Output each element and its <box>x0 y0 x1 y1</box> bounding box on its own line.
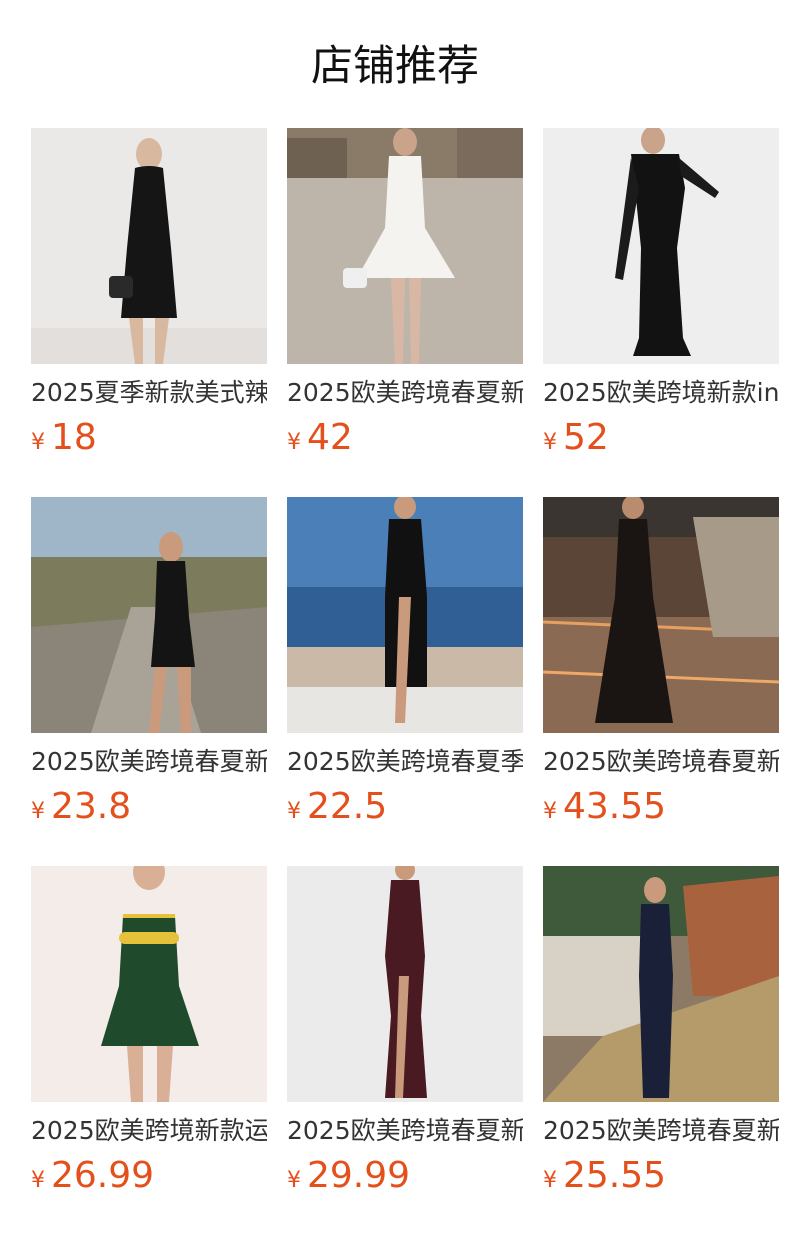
currency-symbol: ¥ <box>287 1168 301 1193</box>
product-image[interactable] <box>543 128 779 364</box>
product-image[interactable] <box>543 866 779 1102</box>
currency-symbol: ¥ <box>31 799 45 824</box>
product-card[interactable]: 2025欧美跨境春夏新款 ¥25.55 <box>543 866 779 1235</box>
currency-symbol: ¥ <box>31 1168 45 1193</box>
product-title[interactable]: 2025欧美跨境新款运动 <box>31 1116 267 1146</box>
product-price: ¥18 <box>31 418 267 464</box>
product-image[interactable] <box>31 128 267 364</box>
currency-symbol: ¥ <box>543 1168 557 1193</box>
product-card[interactable]: 2025夏季新款美式辣妹 ¥18 <box>31 128 267 497</box>
product-card[interactable]: 2025欧美跨境新款运动 ¥26.99 <box>31 866 267 1235</box>
price-value: 29.99 <box>307 1155 411 1196</box>
product-image[interactable] <box>287 497 523 733</box>
product-price: ¥22.5 <box>287 787 523 833</box>
price-value: 23.8 <box>51 786 132 827</box>
product-card[interactable]: 2025欧美跨境春夏季新 ¥22.5 <box>287 497 523 866</box>
product-title[interactable]: 2025欧美跨境春夏新款 <box>31 747 267 777</box>
product-image[interactable] <box>543 497 779 733</box>
product-title[interactable]: 2025欧美跨境春夏新款 <box>543 1116 779 1146</box>
price-value: 52 <box>563 417 609 458</box>
product-title[interactable]: 2025欧美跨境春夏季新 <box>287 747 523 777</box>
currency-symbol: ¥ <box>287 430 301 455</box>
product-card[interactable]: 2025欧美跨境春夏新款 ¥42 <box>287 128 523 497</box>
product-price: ¥42 <box>287 418 523 464</box>
product-card[interactable]: 2025欧美跨境春夏新款 ¥23.8 <box>31 497 267 866</box>
product-image[interactable] <box>31 497 267 733</box>
product-price: ¥25.55 <box>543 1156 779 1202</box>
product-card[interactable]: 2025欧美跨境春夏新款 ¥29.99 <box>287 866 523 1235</box>
product-title[interactable]: 2025欧美跨境春夏新款 <box>543 747 779 777</box>
product-image[interactable] <box>31 866 267 1102</box>
currency-symbol: ¥ <box>543 430 557 455</box>
product-price: ¥29.99 <box>287 1156 523 1202</box>
page-title: 店铺推荐 <box>310 41 479 90</box>
product-image[interactable] <box>287 128 523 364</box>
product-image[interactable] <box>287 866 523 1102</box>
product-price: ¥43.55 <box>543 787 779 833</box>
currency-symbol: ¥ <box>543 799 557 824</box>
product-title[interactable]: 2025欧美跨境春夏新款 <box>287 378 523 408</box>
product-title[interactable]: 2025夏季新款美式辣妹 <box>31 378 267 408</box>
currency-symbol: ¥ <box>287 799 301 824</box>
product-grid: 2025夏季新款美式辣妹 ¥18 2025欧美跨境春夏新款 ¥42 <box>31 128 779 1235</box>
product-price: ¥52 <box>543 418 779 464</box>
product-price: ¥23.8 <box>31 787 267 833</box>
product-title[interactable]: 2025欧美跨境新款ins <box>543 378 779 408</box>
price-value: 42 <box>307 417 353 458</box>
product-price: ¥26.99 <box>31 1156 267 1202</box>
currency-symbol: ¥ <box>31 430 45 455</box>
product-card[interactable]: 2025欧美跨境新款ins ¥52 <box>543 128 779 497</box>
price-value: 26.99 <box>51 1155 155 1196</box>
price-value: 22.5 <box>307 786 388 827</box>
product-title[interactable]: 2025欧美跨境春夏新款 <box>287 1116 523 1146</box>
price-value: 43.55 <box>563 786 667 827</box>
product-card[interactable]: 2025欧美跨境春夏新款 ¥43.55 <box>543 497 779 866</box>
price-value: 25.55 <box>563 1155 667 1196</box>
price-value: 18 <box>51 417 97 458</box>
